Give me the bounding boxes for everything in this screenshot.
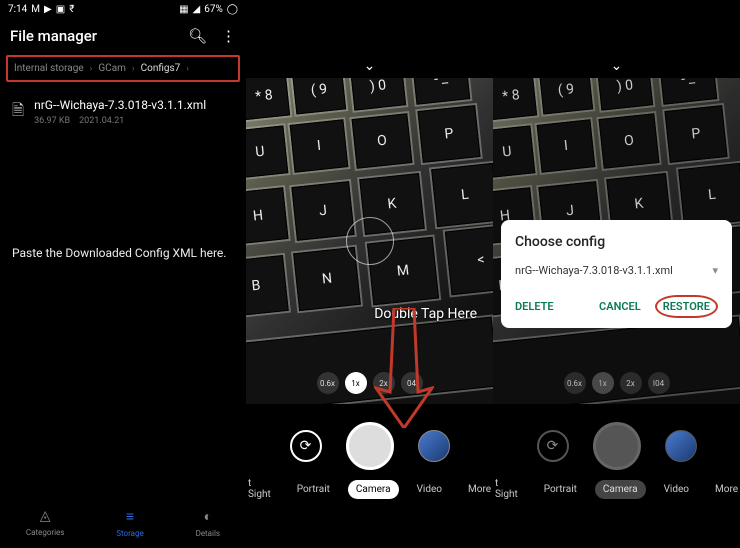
details-icon: ◐ bbox=[204, 508, 212, 525]
gallery-thumb[interactable] bbox=[665, 430, 697, 462]
more-icon[interactable]: ⋮ bbox=[221, 27, 236, 45]
mode-camera[interactable]: Camera bbox=[595, 480, 646, 499]
rupee-icon: ₹ bbox=[69, 4, 74, 15]
chevron-right-icon: › bbox=[186, 64, 189, 74]
storage-icon: ≡ bbox=[126, 508, 134, 525]
zoom-chip[interactable]: 0.6x bbox=[564, 372, 586, 394]
shutter-button[interactable] bbox=[593, 422, 641, 470]
signal-icon: ◢ bbox=[193, 4, 201, 15]
network-icon: ▦ bbox=[179, 4, 188, 15]
nav-categories[interactable]: ◬ Categories bbox=[26, 508, 65, 538]
refresh-icon: ◯ bbox=[227, 4, 238, 15]
nav-details[interactable]: ◐ Details bbox=[196, 508, 220, 538]
file-name: nrG--Wichaya-7.3.018-v3.1.1.xml bbox=[34, 98, 206, 112]
overlay-text: Double Tap Here bbox=[374, 306, 477, 322]
zoom-chip[interactable]: 1x bbox=[345, 372, 367, 394]
zoom-chip[interactable]: 0.6x bbox=[317, 372, 339, 394]
youtube-icon: ▶ bbox=[44, 4, 52, 15]
mode-row: t Sight Portrait Camera Video More bbox=[493, 474, 740, 504]
restore-button[interactable]: RESTORE bbox=[655, 295, 718, 318]
zoom-row: 0.6x 1x 2x I04 bbox=[564, 372, 670, 394]
dropdown-icon: ▾ bbox=[712, 264, 718, 277]
status-time: 7:14 bbox=[8, 4, 27, 15]
breadcrumb-item[interactable]: Internal storage bbox=[14, 63, 84, 74]
mode-portrait[interactable]: Portrait bbox=[536, 480, 585, 499]
focus-ring bbox=[346, 217, 394, 265]
camera-controls: ⟳ bbox=[537, 422, 697, 470]
camera-controls: ⟳ bbox=[290, 422, 450, 470]
zoom-chip[interactable]: 2x bbox=[620, 372, 642, 394]
file-manager-panel: 7:14 M ▶ ▣ ₹ ▦ ◢ 67% ◯ File manager 🔍︎ ⋮… bbox=[0, 0, 246, 548]
choose-config-dialog: Choose config nrG--Wichaya-7.3.018-v3.1.… bbox=[501, 220, 732, 328]
delete-button[interactable]: DELETE bbox=[515, 300, 554, 313]
shutter-button[interactable] bbox=[346, 422, 394, 470]
mode-video[interactable]: Video bbox=[656, 480, 697, 499]
chevron-down-icon[interactable]: ⌄ bbox=[611, 58, 623, 74]
chevron-right-icon: › bbox=[90, 64, 93, 74]
instruction-text: Paste the Downloaded Config XML here. bbox=[0, 246, 246, 260]
mode-row: t Sight Portrait Camera Video More bbox=[246, 474, 493, 504]
nav-storage[interactable]: ≡ Storage bbox=[116, 508, 144, 538]
file-meta: 36.97 KB 2021.04.21 bbox=[34, 116, 206, 126]
battery-percent: 67% bbox=[204, 4, 223, 15]
status-bar: 7:14 M ▶ ▣ ₹ ▦ ◢ 67% ◯ bbox=[0, 0, 246, 19]
zoom-chip[interactable]: 1x bbox=[592, 372, 614, 394]
zoom-chip[interactable]: 2x bbox=[373, 372, 395, 394]
mode-more[interactable]: More bbox=[460, 480, 493, 499]
zoom-chip[interactable]: 04 bbox=[401, 372, 423, 394]
categories-icon: ◬ bbox=[40, 508, 51, 524]
gmail-icon: M bbox=[31, 4, 40, 15]
mode-video[interactable]: Video bbox=[409, 480, 450, 499]
search-icon[interactable]: 🔍︎ bbox=[188, 27, 207, 45]
dialog-title: Choose config bbox=[515, 234, 718, 250]
page-title: File manager bbox=[10, 27, 97, 45]
breadcrumb-item[interactable]: GCam bbox=[98, 63, 126, 74]
bottom-nav: ◬ Categories ≡ Storage ◐ Details bbox=[0, 500, 246, 548]
file-row[interactable]: 🗎 nrG--Wichaya-7.3.018-v3.1.1.xml 36.97 … bbox=[0, 82, 246, 130]
config-selected-value: nrG--Wichaya-7.3.018-v3.1.1.xml bbox=[515, 264, 673, 277]
camera-panel-primary: ⌄ * 8 ( 9 ) 0 - _ U I O P H J K L B N M … bbox=[246, 0, 493, 548]
zoom-chip[interactable]: I04 bbox=[648, 372, 670, 394]
switch-camera-button[interactable]: ⟳ bbox=[537, 430, 569, 462]
viewfinder[interactable]: * 8 ( 9 ) 0 - _ U I O P H J K L B N M < … bbox=[246, 78, 493, 404]
drive-icon: ▣ bbox=[56, 4, 65, 15]
cancel-button[interactable]: CANCEL bbox=[599, 300, 641, 313]
switch-camera-icon: ⟳ bbox=[547, 438, 559, 454]
camera-panel-dialog: ⌄ * 8 ( 9 ) 0 - _ U I O P H J K L B N M … bbox=[493, 0, 740, 548]
file-icon: 🗎 bbox=[12, 100, 24, 125]
mode-more[interactable]: More bbox=[707, 480, 740, 499]
chevron-down-icon[interactable]: ⌄ bbox=[364, 58, 376, 74]
breadcrumb[interactable]: Internal storage › GCam › Configs7 › bbox=[6, 55, 240, 82]
breadcrumb-item[interactable]: Configs7 bbox=[141, 63, 181, 74]
mode-sight[interactable]: t Sight bbox=[493, 474, 526, 504]
mode-camera[interactable]: Camera bbox=[348, 480, 399, 499]
config-select[interactable]: nrG--Wichaya-7.3.018-v3.1.1.xml ▾ bbox=[515, 264, 718, 277]
chevron-right-icon: › bbox=[132, 64, 135, 74]
zoom-row: 0.6x 1x 2x 04 bbox=[317, 372, 423, 394]
mode-sight[interactable]: t Sight bbox=[246, 474, 279, 504]
gallery-thumb[interactable] bbox=[418, 430, 450, 462]
switch-camera-icon: ⟳ bbox=[300, 438, 312, 454]
switch-camera-button[interactable]: ⟳ bbox=[290, 430, 322, 462]
mode-portrait[interactable]: Portrait bbox=[289, 480, 338, 499]
